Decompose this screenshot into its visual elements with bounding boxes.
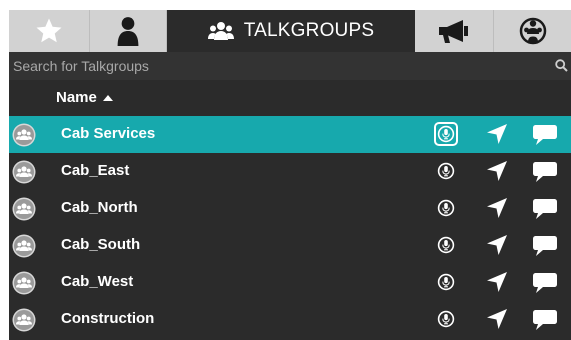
location-arrow-icon[interactable] bbox=[486, 234, 508, 256]
tab-bar: TALKGROUPS bbox=[9, 10, 571, 52]
message-bubble-icon[interactable] bbox=[532, 235, 558, 257]
location-arrow-icon[interactable] bbox=[486, 197, 508, 219]
group-icon bbox=[207, 22, 234, 40]
message-bubble-icon[interactable] bbox=[532, 124, 558, 146]
ptt-mic-button[interactable] bbox=[434, 159, 458, 183]
talkgroups-window: TALKGROUPS Search for Talkgroups Name Ca… bbox=[0, 0, 571, 340]
microphone-icon bbox=[437, 310, 455, 328]
talkgroup-icon bbox=[12, 308, 36, 332]
microphone-icon bbox=[437, 236, 455, 254]
talkgroup-name: Cab Services bbox=[61, 125, 156, 142]
talkgroup-name: Construction bbox=[61, 310, 155, 327]
star-icon bbox=[36, 18, 62, 43]
location-arrow-icon[interactable] bbox=[486, 160, 508, 182]
talkgroups-panel: TALKGROUPS Search for Talkgroups Name Ca… bbox=[9, 10, 571, 340]
talkgroup-icon bbox=[12, 160, 36, 184]
name-column-label: Name bbox=[56, 89, 97, 106]
search-input[interactable] bbox=[13, 56, 543, 76]
microphone-icon bbox=[437, 273, 455, 291]
megaphone-icon bbox=[439, 20, 468, 43]
talkgroup-row[interactable]: Cab_West bbox=[9, 264, 571, 301]
user-icon bbox=[117, 17, 139, 46]
talkgroup-name: Cab_North bbox=[61, 199, 138, 216]
microphone-icon bbox=[437, 199, 455, 217]
microphone-icon bbox=[437, 125, 455, 143]
talkgroup-row[interactable]: Construction bbox=[9, 301, 571, 338]
sort-ascending-icon bbox=[102, 95, 113, 101]
location-arrow-icon[interactable] bbox=[486, 308, 508, 330]
microphone-icon bbox=[437, 162, 455, 180]
talkgroup-name: Cab_East bbox=[61, 162, 130, 179]
message-bubble-icon[interactable] bbox=[532, 309, 558, 331]
globe-icon bbox=[519, 17, 546, 45]
tab-talkgroups-label: TALKGROUPS bbox=[243, 20, 375, 41]
talkgroup-row[interactable]: Cab_South bbox=[9, 227, 571, 264]
talkgroup-row[interactable]: Cab_East bbox=[9, 153, 571, 190]
name-column-header[interactable]: Name bbox=[56, 89, 113, 106]
ptt-mic-button[interactable] bbox=[434, 122, 458, 146]
message-bubble-icon[interactable] bbox=[532, 161, 558, 183]
talkgroup-icon bbox=[12, 197, 36, 221]
list-header: Name bbox=[9, 80, 571, 116]
location-arrow-icon[interactable] bbox=[486, 271, 508, 293]
tab-users[interactable] bbox=[90, 10, 167, 52]
message-bubble-icon[interactable] bbox=[532, 272, 558, 294]
search-icon[interactable] bbox=[555, 59, 568, 72]
talkgroup-icon bbox=[12, 234, 36, 258]
ptt-mic-button[interactable] bbox=[434, 307, 458, 331]
ptt-mic-button[interactable] bbox=[434, 233, 458, 257]
talkgroup-name: Cab_South bbox=[61, 236, 141, 253]
tab-favorites[interactable] bbox=[9, 10, 90, 52]
tab-global[interactable] bbox=[494, 10, 571, 52]
talkgroup-row[interactable]: Cab Services bbox=[9, 116, 571, 153]
talkgroup-icon bbox=[12, 271, 36, 295]
tab-talkgroups[interactable]: TALKGROUPS bbox=[167, 10, 415, 52]
talkgroup-row[interactable]: Cab_North bbox=[9, 190, 571, 227]
ptt-mic-button[interactable] bbox=[434, 196, 458, 220]
tab-broadcast[interactable] bbox=[415, 10, 494, 52]
talkgroup-icon bbox=[12, 123, 36, 147]
search-bar bbox=[9, 52, 571, 80]
location-arrow-icon[interactable] bbox=[486, 123, 508, 145]
talkgroup-list: Cab Services Cab_East Cab_North Cab_South Ca… bbox=[9, 116, 571, 338]
message-bubble-icon[interactable] bbox=[532, 198, 558, 220]
ptt-mic-button[interactable] bbox=[434, 270, 458, 294]
talkgroup-name: Cab_West bbox=[61, 273, 134, 290]
